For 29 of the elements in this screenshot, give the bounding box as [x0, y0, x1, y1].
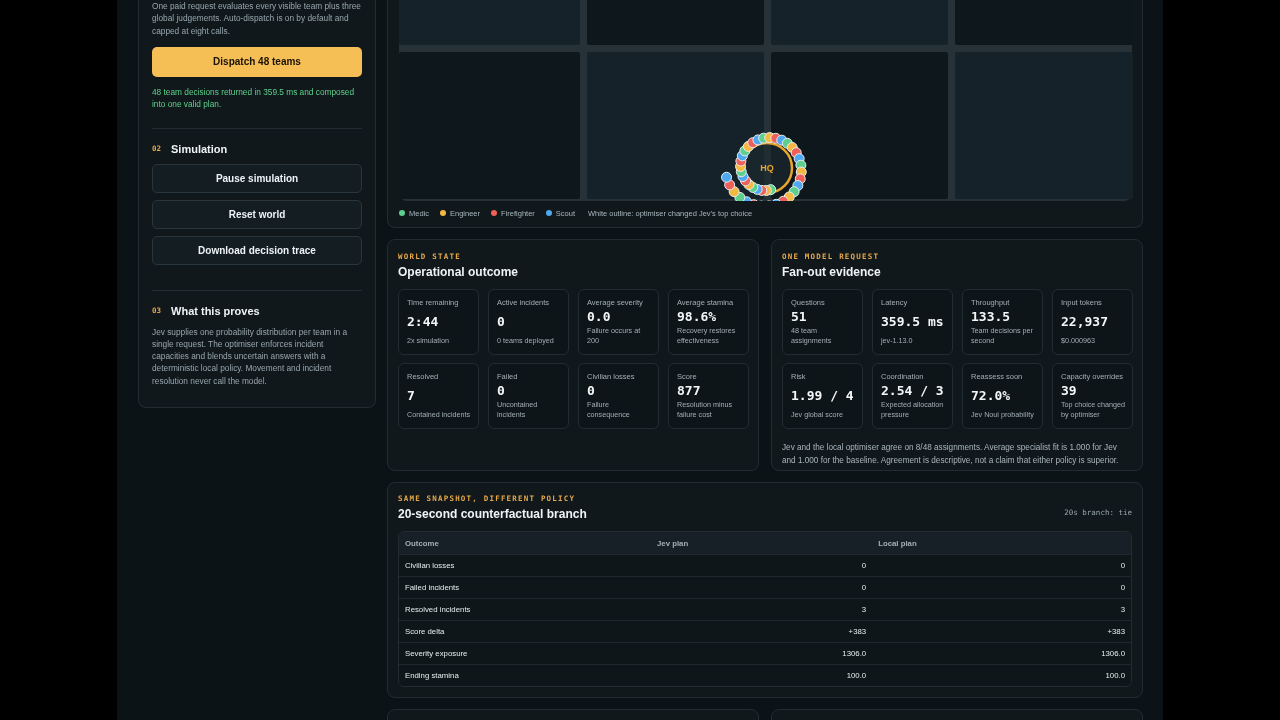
metric-value: 2.54 / 3 [881, 383, 945, 398]
metric-value: 877 [677, 383, 702, 398]
summary-text: Jev and the local optimiser agree on 8/48 assignments. Average specialist fit is 1.000 for Jev and 1.000 for the baseline. Agreement is descriptive, not a claim that either policy is superior. [782, 442, 1120, 467]
metric-value: 133.5 [971, 309, 1012, 324]
metric-value: 39 [1061, 383, 1078, 398]
metric-value: 0.0 [587, 309, 612, 324]
metric-value: 1.99 / 4 [791, 388, 855, 403]
metric-value: 359.5 ms [881, 314, 945, 329]
metric-value: 0 [497, 314, 506, 329]
metric-value: 22,937 [1061, 314, 1109, 329]
panel-title: 20-second counterfactual branch [398, 507, 587, 521]
metric-value: 7 [407, 388, 416, 403]
section-title: What this proves [171, 304, 260, 317]
dispatch-button[interactable]: Dispatch 48 teams [152, 46, 362, 77]
panel-title: Fan-out evidence [782, 265, 882, 279]
metric-value: 0 [497, 383, 506, 398]
section-title: Simulation [171, 142, 228, 155]
metric-value: 0 [587, 383, 596, 398]
metric-value: 72.0% [971, 388, 1012, 403]
metric-value: 2:44 [407, 314, 440, 329]
panel-title: Operational outcome [398, 265, 520, 279]
action-button[interactable]: Download decision trace [152, 235, 362, 265]
explanation-text: Jev supplies one probability distribution per team in a single request. The optimiser enforces incident capacities and blends uncertain answers with a deterministic local policy. Movement and incident resolution never call the model. [152, 325, 349, 387]
metric-value: 51 [791, 309, 808, 324]
description-text: One paid request evaluates every visible team plus three global judgements. Auto-dispatch is on by default and capped at eight calls. [152, 0, 362, 37]
status-message: 48 team decisions returned in 359.5 ms and composed into one valid plan. [152, 85, 355, 110]
action-button[interactable]: Pause simulation [152, 163, 362, 193]
metric-value: 98.6% [677, 309, 718, 324]
action-button[interactable]: Reset world [152, 199, 362, 229]
